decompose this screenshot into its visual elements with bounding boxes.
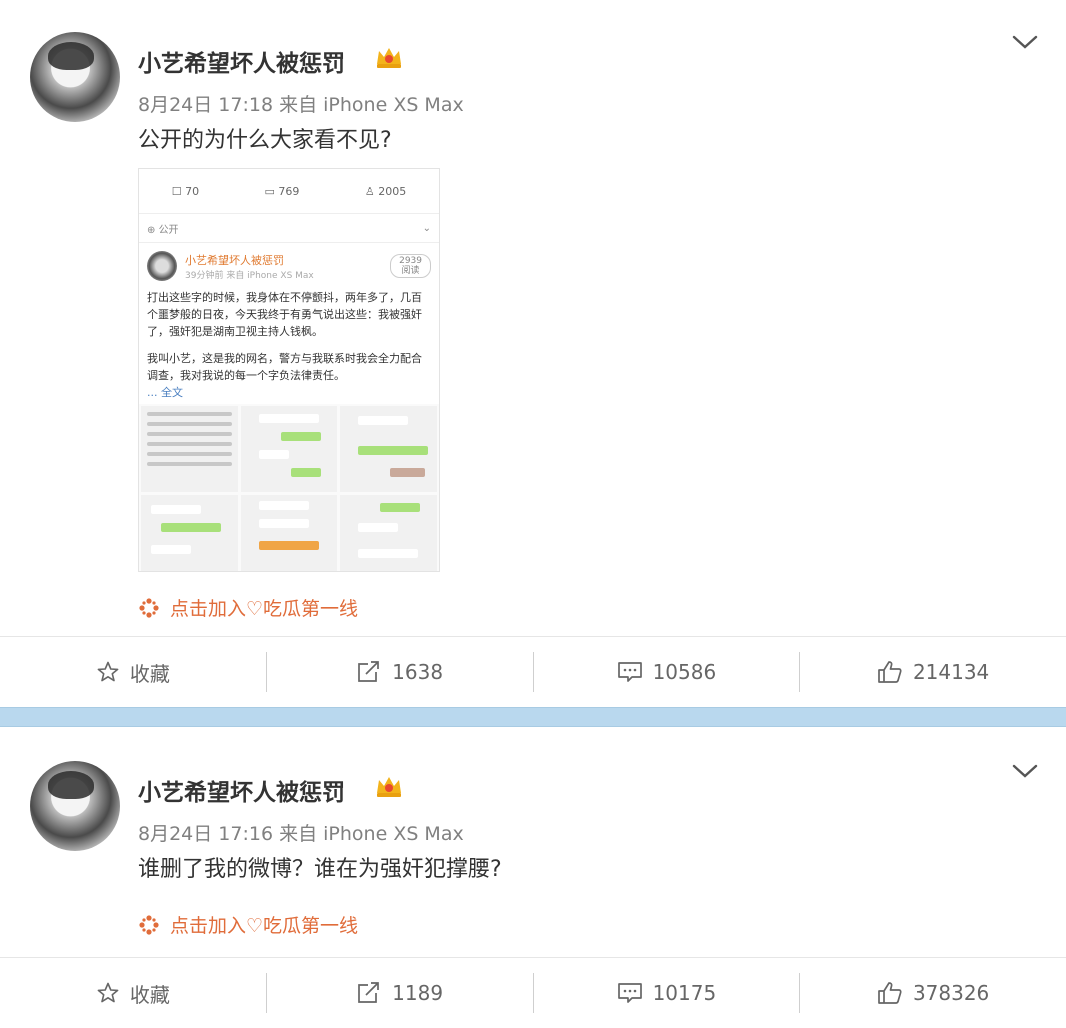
post-1-actions: 收藏 1638 10586 214134	[0, 636, 1066, 707]
post-meta: 8月24日 17:16 来自 iPhone XS Max	[138, 823, 464, 845]
repost-button[interactable]: 1189	[267, 981, 533, 1005]
weibo-post-1: 小艺希望坏人被惩罚 8月24日 17:18 来自 iPhone XS Max 公…	[0, 0, 1066, 636]
embedded-reads-pill: 2939 阅读	[390, 254, 431, 278]
grid-image	[141, 495, 238, 571]
embedded-like-count: ♙ 2005	[364, 184, 407, 198]
flower-icon	[139, 597, 159, 618]
grid-image	[340, 495, 437, 571]
embedded-para-2: 我叫小艺，这是我的网名，警方与我联系时我会全力配合调查，我对我说的每一个字负法律…	[147, 352, 422, 382]
embedded-author: 小艺希望坏人被惩罚	[185, 253, 284, 267]
like-button[interactable]: 378326	[800, 981, 1066, 1005]
embedded-visibility: ⊕ 公开 ⌄	[139, 214, 439, 243]
comment-icon	[617, 662, 642, 682]
grid-image	[240, 495, 338, 571]
thumbs-up-icon	[878, 661, 902, 683]
repost-icon	[358, 982, 380, 1003]
avatar[interactable]	[30, 32, 120, 122]
embedded-meta: 39分钟前 来自 iPhone XS Max	[185, 270, 314, 281]
grid-image	[240, 406, 338, 492]
star-icon	[97, 982, 119, 1003]
favorite-button[interactable]: 收藏	[0, 979, 266, 1008]
avatar[interactable]	[30, 761, 120, 851]
join-group-link[interactable]: 点击加入♡吃瓜第一线	[138, 594, 358, 621]
embedded-image-grid	[139, 404, 439, 571]
post-text: 谁删了我的微博？谁在为强奸犯撑腰?	[138, 857, 502, 882]
embedded-screenshot[interactable]: ☐ 70 ▭ 769 ♙ 2005 ⊕ 公开 ⌄ 小艺希望坏人被惩罚 39分钟前 …	[138, 168, 440, 572]
post-text: 公开的为什么大家看不见?	[138, 128, 392, 153]
grid-image	[340, 406, 437, 492]
author-name[interactable]: 小艺希望坏人被惩罚	[138, 773, 345, 807]
embedded-more-link: ... 全文	[147, 386, 183, 399]
like-button[interactable]: 214134	[800, 660, 1066, 684]
comment-button[interactable]: 10175	[534, 981, 800, 1005]
crown-badge-icon	[377, 48, 401, 68]
embedded-avatar	[147, 251, 177, 281]
post-meta: 8月24日 17:18 来自 iPhone XS Max	[138, 94, 464, 116]
chevron-down-icon[interactable]	[1012, 763, 1038, 779]
repost-icon	[358, 661, 380, 682]
repost-button[interactable]: 1638	[267, 660, 533, 684]
embedded-post: 小艺希望坏人被惩罚 39分钟前 来自 iPhone XS Max 2939 阅读…	[139, 243, 439, 404]
favorite-button[interactable]: 收藏	[0, 658, 266, 687]
crown-badge-icon	[377, 777, 401, 797]
comment-button[interactable]: 10586	[534, 660, 800, 684]
star-icon	[97, 661, 119, 682]
author-name[interactable]: 小艺希望坏人被惩罚	[138, 44, 345, 78]
join-group-link[interactable]: 点击加入♡吃瓜第一线	[138, 911, 358, 938]
weibo-post-2: 小艺希望坏人被惩罚 8月24日 17:16 来自 iPhone XS Max 谁…	[0, 727, 1066, 957]
thumbs-up-icon	[878, 982, 902, 1004]
grid-image	[141, 406, 238, 492]
comment-icon	[617, 983, 642, 1003]
feed-divider	[0, 707, 1066, 727]
embedded-comment-count: ▭ 769	[264, 184, 300, 198]
post-2-actions: 收藏 1189 10175 378326	[0, 957, 1066, 1028]
embedded-repost-count: ☐ 70	[171, 184, 200, 198]
embedded-counts: ☐ 70 ▭ 769 ♙ 2005	[139, 169, 439, 214]
flower-icon	[139, 914, 159, 935]
embedded-para-1: 打出这些字的时候，我身体在不停颤抖，两年多了，几百个噩梦般的日夜，今天我终于有勇…	[147, 291, 422, 338]
chevron-down-icon[interactable]	[1012, 34, 1038, 50]
